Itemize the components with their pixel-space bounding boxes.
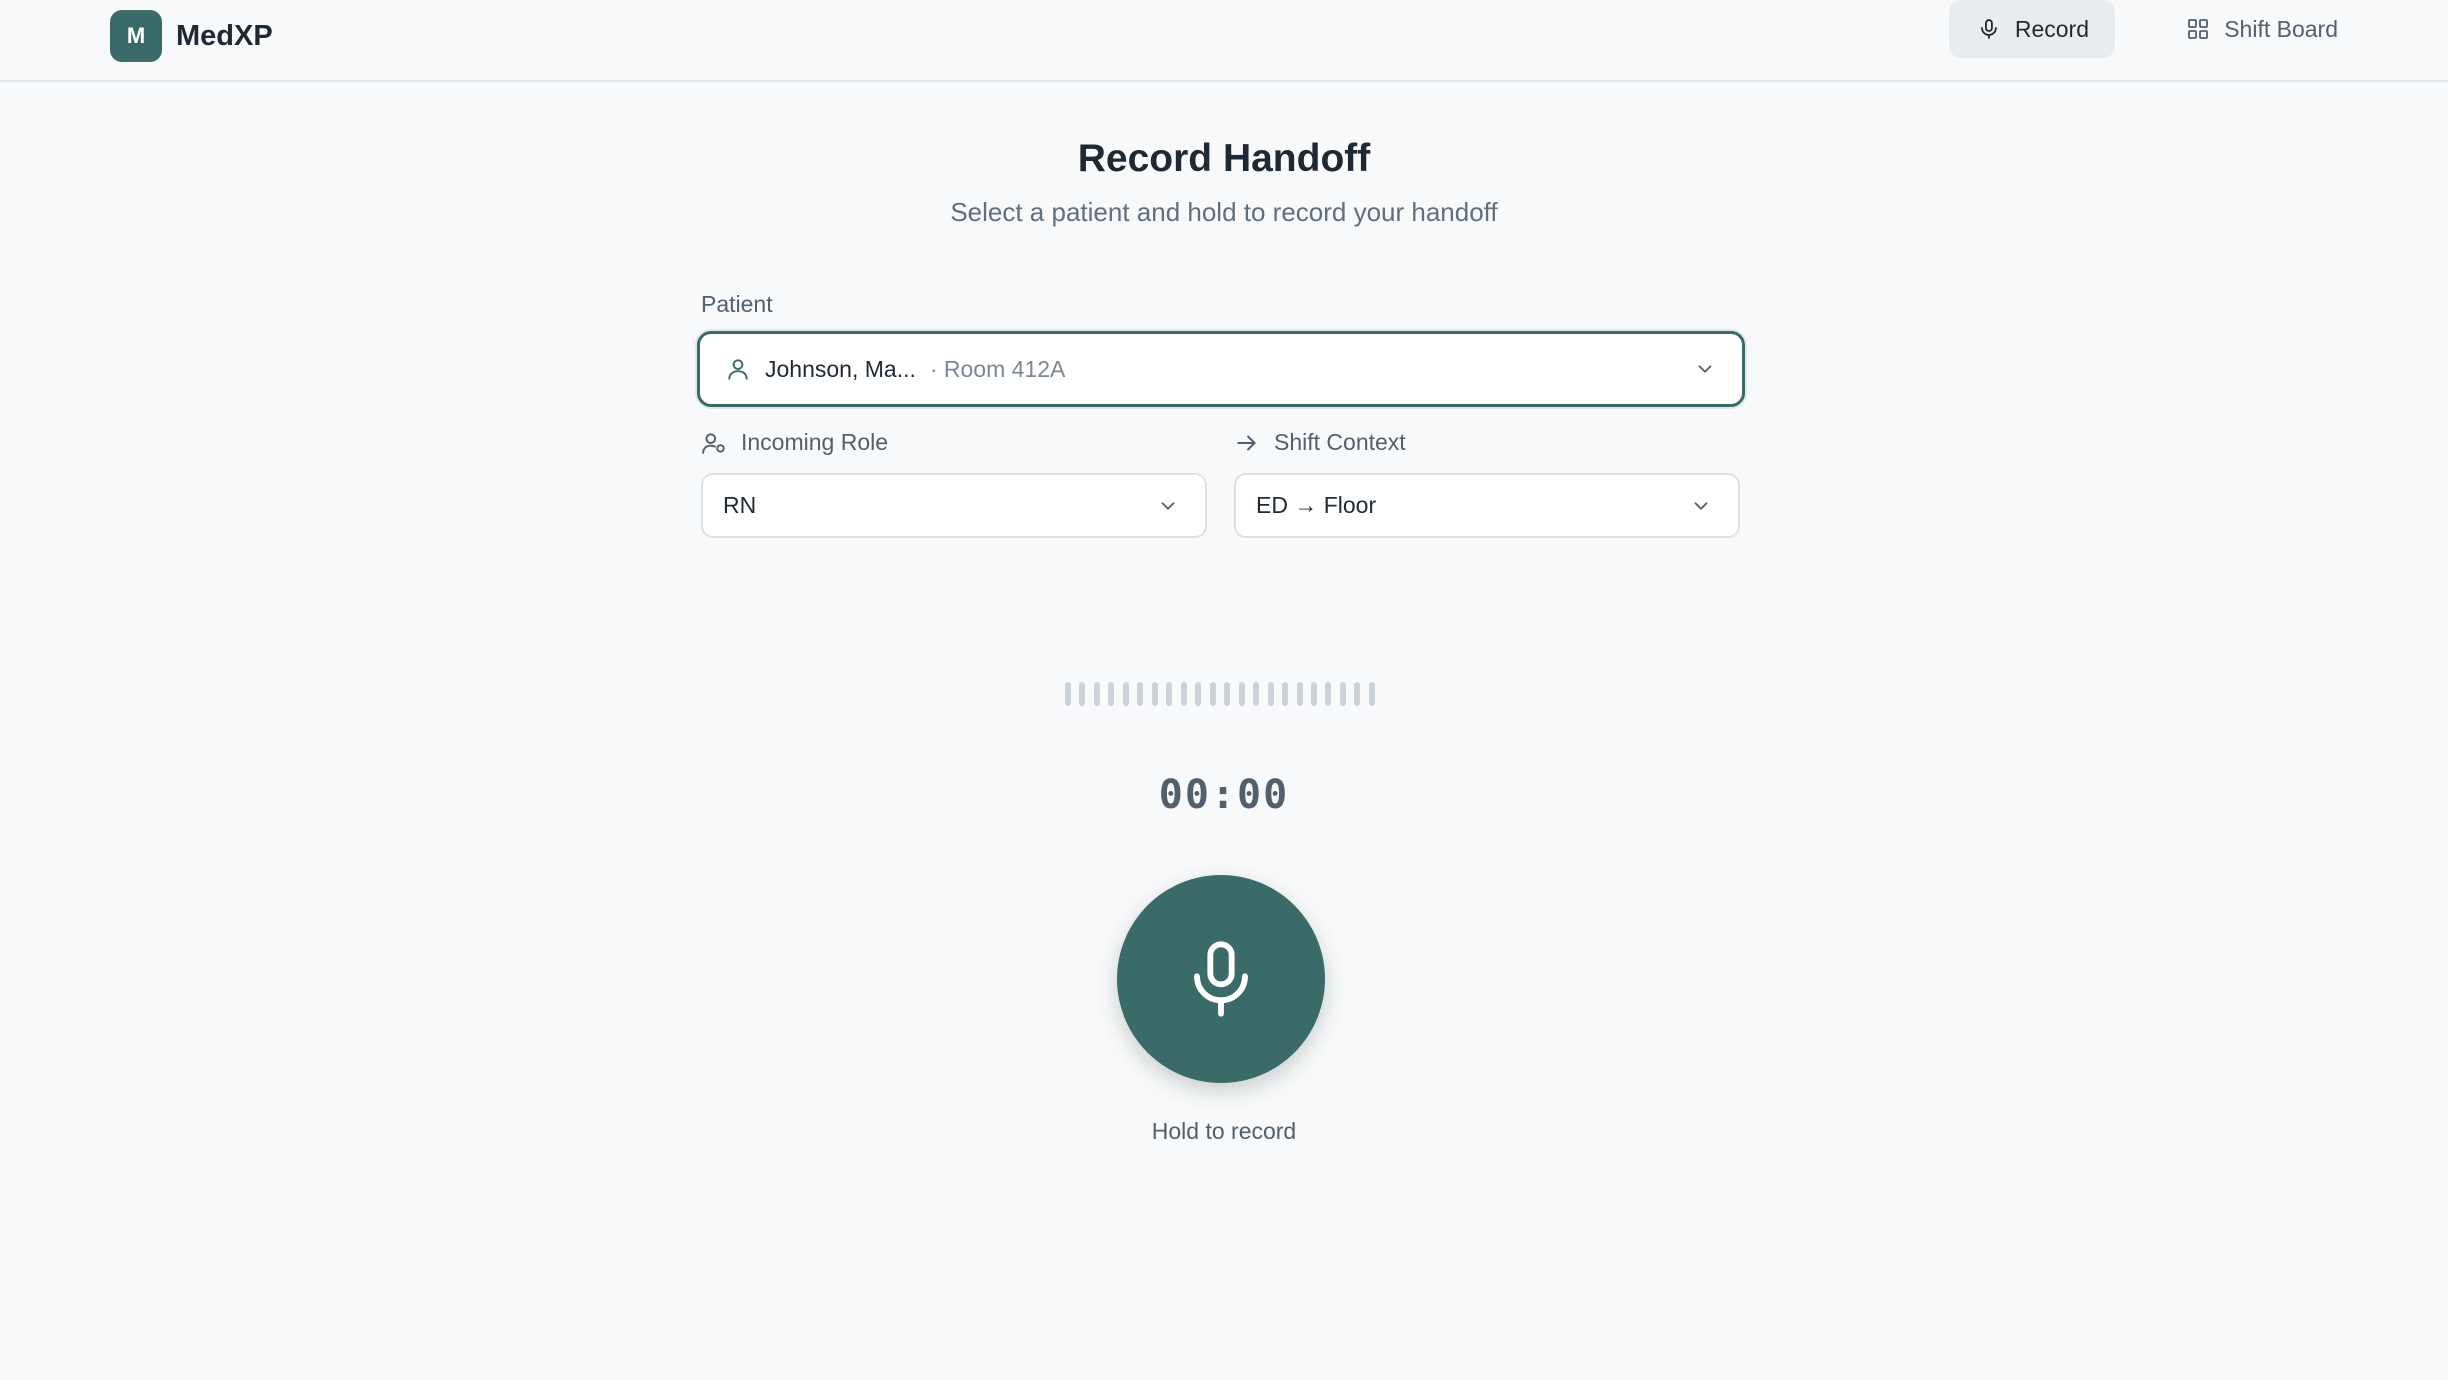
- waveform-bar: [1180, 682, 1187, 706]
- page-subtitle: Select a patient and hold to record your…: [950, 197, 1498, 227]
- waveform-bar: [1325, 682, 1332, 706]
- waveform-bar: [1079, 682, 1086, 706]
- waveform-bar: [1310, 682, 1317, 706]
- recording-timer: 00:00: [1158, 772, 1290, 818]
- hold-to-record-button[interactable]: [1117, 875, 1325, 1083]
- app-logo: M: [110, 10, 162, 62]
- microphone-icon: [1194, 941, 1248, 1017]
- incoming-role-label: Incoming Role: [701, 429, 888, 456]
- shift-context-label-text: Shift Context: [1274, 429, 1406, 455]
- waveform-bar: [1166, 682, 1173, 706]
- patient-label-text: Patient: [701, 291, 773, 317]
- chevron-down-icon: [1694, 501, 1708, 510]
- waveform-bar: [1267, 682, 1274, 706]
- nav-shift-board-label: Shift Board: [2224, 15, 2338, 42]
- incoming-role-select[interactable]: RN: [701, 473, 1207, 538]
- chevron-down-icon: [1698, 365, 1712, 373]
- user-settings-icon: [702, 432, 725, 454]
- brand[interactable]: M MedXP: [110, 10, 273, 62]
- incoming-role-label-text: Incoming Role: [741, 429, 889, 455]
- waveform-bar: [1065, 682, 1071, 706]
- waveform-bar: [1354, 682, 1361, 706]
- waveform-bar: [1282, 682, 1289, 706]
- shift-context-label: Shift Context: [1234, 429, 1406, 456]
- waveform-bar: [1108, 682, 1115, 706]
- waveform-bar: [1137, 682, 1144, 706]
- person-icon: [728, 359, 748, 380]
- shift-context-select[interactable]: ED → Floor: [1234, 473, 1740, 538]
- incoming-role-value: RN: [723, 492, 757, 518]
- waveform-bar: [1122, 682, 1129, 706]
- patient-name: Johnson, Ma...: [765, 355, 916, 382]
- waveform-bar: [1224, 682, 1231, 706]
- waveform-bar: [1093, 682, 1100, 706]
- arrow-right-icon: [1237, 435, 1256, 450]
- page-title: Record Handoff: [1077, 137, 1371, 180]
- patient-select[interactable]: Johnson, Ma... · Room 412A: [697, 331, 1745, 407]
- waveform-bar: [1368, 682, 1375, 706]
- waveform-bar: [1253, 682, 1260, 706]
- hold-to-record-hint: Hold to record: [1151, 1118, 1297, 1144]
- waveform-bar: [1195, 682, 1202, 706]
- waveform-bar: [1296, 682, 1303, 706]
- audio-waveform: [1065, 682, 1375, 706]
- top-navigation-bar: M MedXP Record Shift Board: [0, 0, 2448, 82]
- nav-record-label: Record: [2014, 15, 2089, 42]
- microphone-icon: [1981, 19, 1997, 39]
- waveform-bar: [1209, 682, 1216, 706]
- app-name: MedXP: [176, 19, 273, 52]
- waveform-bar: [1339, 682, 1346, 706]
- waveform-bar: [1238, 682, 1245, 706]
- nav-shift-board-button[interactable]: Shift Board: [2128, 0, 2338, 58]
- chevron-down-icon: [1161, 501, 1175, 510]
- shift-context-value: ED → Floor: [1256, 492, 1377, 518]
- waveform-bar: [1151, 682, 1158, 706]
- patient-label: Patient: [701, 291, 773, 318]
- patient-room: · Room 412A: [929, 355, 1066, 382]
- nav-record-button[interactable]: Record: [1949, 0, 2115, 58]
- grid-icon: [2188, 19, 2209, 39]
